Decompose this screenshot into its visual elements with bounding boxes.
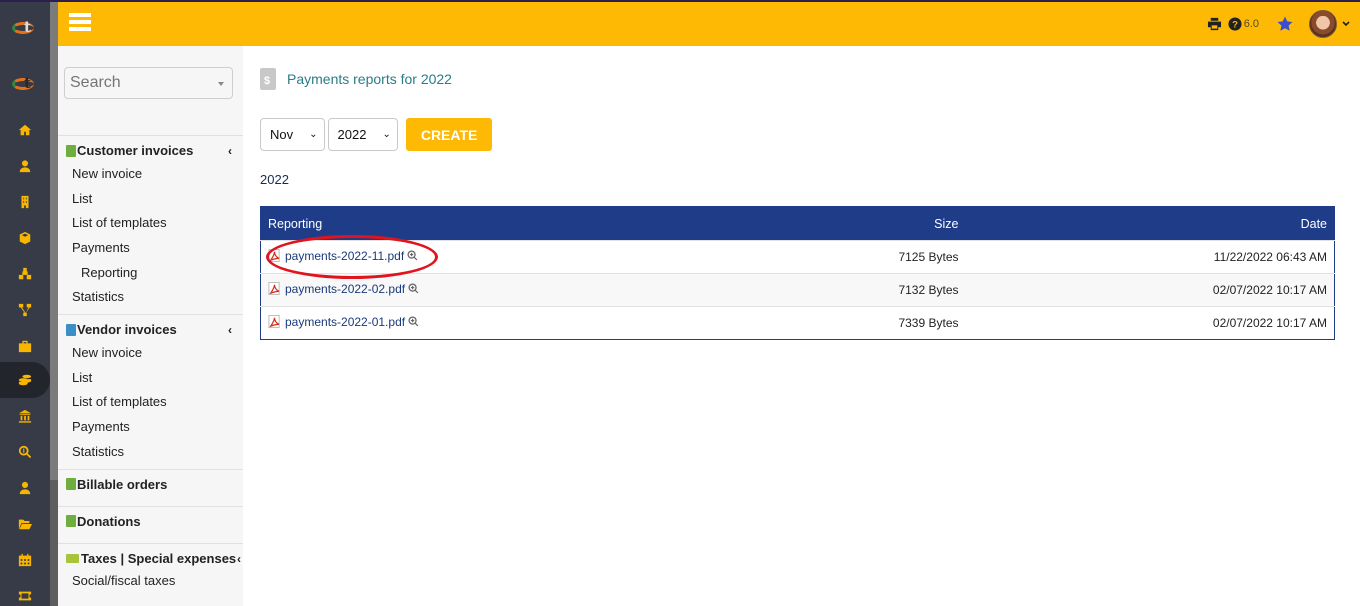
column-header-date[interactable]: Date (965, 206, 1335, 241)
menu-group-donations: Donations (58, 505, 243, 543)
menu-item-list[interactable]: List (58, 186, 243, 211)
menu-item-payments[interactable]: Payments (58, 414, 243, 439)
year-heading: 2022 (260, 172, 289, 187)
search-input[interactable] (65, 68, 205, 98)
column-header-reporting[interactable]: Reporting (260, 206, 821, 241)
chevron-down-icon: ⌄ (382, 129, 391, 140)
chevron-down-icon: ⌄ (309, 129, 318, 140)
pdf-icon (268, 282, 280, 296)
svg-text:?: ? (1232, 20, 1238, 31)
file-link[interactable]: payments-2022-11.pdf (268, 249, 418, 263)
user-avatar[interactable] (1309, 10, 1337, 38)
document-icon (66, 515, 76, 528)
menu-group-header[interactable]: Customer invoices ‹ (58, 136, 243, 161)
pdf-icon (268, 315, 280, 329)
search-dollar-icon[interactable] (0, 434, 50, 470)
menu-group-customer-invoices: Customer invoices ‹ New invoice List List… (58, 135, 243, 314)
menu-item-statistics[interactable]: Statistics (58, 439, 243, 464)
flow-icon[interactable] (0, 292, 50, 328)
help-icon[interactable]: ? (1228, 17, 1242, 31)
file-date: 11/22/2022 06:43 AM (965, 240, 1335, 274)
document-icon (66, 478, 76, 491)
card-icon (66, 553, 79, 563)
menu-item-new-invoice[interactable]: New invoice (58, 161, 243, 186)
chevron-down-icon[interactable] (1342, 20, 1350, 28)
building-icon[interactable] (0, 184, 50, 220)
zoom-in-icon[interactable] (407, 250, 418, 261)
menu-item-reporting[interactable]: Reporting (58, 260, 243, 285)
column-header-size[interactable]: Size (820, 206, 966, 241)
create-button[interactable]: CREATE (405, 118, 493, 151)
main-content: $ Payments reports for 2022 Nov ⌄ 2022 ⌄ C… (243, 46, 1360, 606)
zoom-in-icon[interactable] (408, 283, 419, 294)
sidebar-search[interactable] (64, 67, 233, 99)
menu-group-header[interactable]: Donations (58, 507, 243, 532)
file-size: 7339 Bytes (820, 306, 966, 340)
folder-open-icon[interactable] (0, 506, 50, 542)
reports-table: Reporting Size Date payments-2022-11.pdf… (260, 206, 1335, 340)
zoom-in-icon[interactable] (408, 316, 419, 327)
sidebar: Customer invoices‹ New invoice List List… (58, 46, 243, 606)
app-logo[interactable]: t (12, 18, 38, 36)
report-filters: Nov ⌄ 2022 ⌄ CREATE (260, 118, 493, 151)
menu-item-payments[interactable]: Payments (58, 235, 243, 260)
star-icon[interactable] (1277, 16, 1293, 32)
table-row: payments-2022-02.pdf 7132 Bytes 02/07/20… (260, 273, 1335, 307)
file-link[interactable]: payments-2022-01.pdf (268, 315, 419, 329)
print-icon[interactable] (1207, 17, 1222, 31)
boxes-icon[interactable] (0, 256, 50, 292)
menu-item-new-invoice[interactable]: New invoice (58, 340, 243, 365)
page-title: $ Payments reports for 2022 (260, 68, 452, 90)
user-tie-icon[interactable] (0, 470, 50, 506)
menu-item-list-of-templates[interactable]: List of templates (58, 390, 243, 415)
menu-item-statistics[interactable]: Statistics (58, 284, 243, 309)
menu-group-taxes: Taxes | Special expenses ‹ Social/fiscal … (58, 542, 243, 594)
file-link[interactable]: payments-2022-02.pdf (268, 282, 419, 296)
chevron-left-icon[interactable]: ‹ (228, 144, 232, 158)
file-date: 02/07/2022 10:17 AM (965, 306, 1335, 340)
app-version: 6.0 (1243, 18, 1259, 30)
menu-item-list[interactable]: List (58, 365, 243, 390)
user-icon[interactable] (0, 148, 50, 184)
box-icon[interactable] (0, 220, 50, 256)
menu-group-header[interactable]: Vendor invoices ‹ (58, 315, 243, 340)
chevron-left-icon[interactable]: ‹ (237, 552, 241, 566)
menu-group-header[interactable]: Billable orders (58, 470, 243, 495)
pdf-icon (268, 249, 280, 263)
menu-group-billable-orders: Billable orders (58, 468, 243, 506)
file-size: 7132 Bytes (820, 273, 966, 307)
file-invoice-dollar-icon: $ (260, 68, 276, 90)
home-icon[interactable] (0, 112, 50, 148)
file-date: 02/07/2022 10:17 AM (965, 273, 1335, 307)
search-dropdown-icon[interactable] (218, 82, 224, 86)
month-select[interactable]: Nov ⌄ (260, 118, 325, 151)
table-row: payments-2022-01.pdf 7339 Bytes 02/07/20… (260, 306, 1335, 340)
year-select[interactable]: 2022 ⌄ (327, 118, 398, 151)
menu-group-header[interactable]: Taxes | Special expenses ‹ (58, 544, 243, 569)
file-size: 7125 Bytes (820, 240, 966, 274)
top-bar: ? 6.0 (58, 2, 1360, 46)
chevron-left-icon[interactable]: ‹ (228, 323, 232, 337)
menu-item-social-fiscal-taxes[interactable]: Social/fiscal taxes (58, 569, 243, 594)
rail-scrollbar-thumb[interactable] (50, 2, 58, 480)
menu-item-list-of-templates[interactable]: List of templates (58, 210, 243, 235)
invoice-icon (66, 144, 76, 157)
table-header-row: Reporting Size Date (260, 206, 1335, 241)
icon-rail: t t (0, 2, 50, 606)
calendar-icon[interactable] (0, 542, 50, 578)
coins-icon[interactable] (0, 362, 50, 398)
invoice-icon (66, 323, 76, 336)
rail-scrollbar[interactable] (50, 2, 58, 606)
ticket-icon[interactable] (0, 578, 50, 606)
bank-icon[interactable] (0, 398, 50, 434)
app-logo-secondary[interactable]: t (12, 74, 38, 92)
menu-group-vendor-invoices: Vendor invoices ‹ New invoice List List o… (58, 314, 243, 468)
briefcase-icon[interactable] (0, 328, 50, 364)
menu-icon[interactable] (69, 13, 91, 31)
table-row: payments-2022-11.pdf 7125 Bytes 11/22/20… (260, 240, 1335, 274)
